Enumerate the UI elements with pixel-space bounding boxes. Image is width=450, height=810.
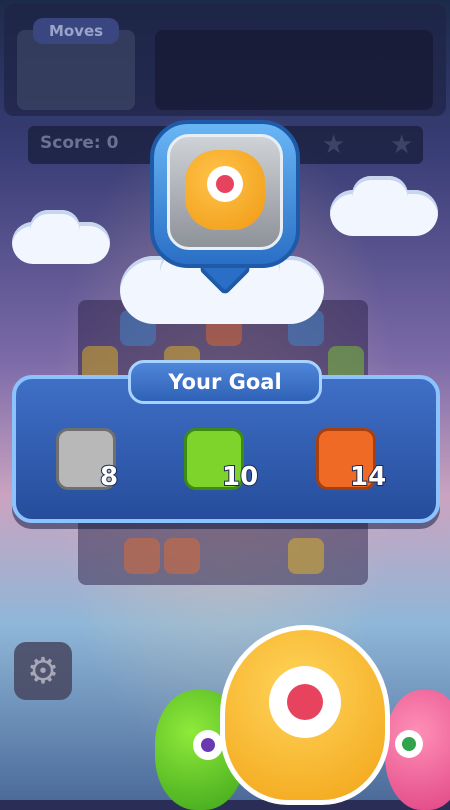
orange-monster-icon xyxy=(185,150,265,230)
cloud xyxy=(352,176,408,214)
goal-title: Your Goal xyxy=(128,360,322,404)
goal-count: 14 xyxy=(349,461,387,493)
monster-eye xyxy=(193,730,223,760)
monster-eye xyxy=(207,166,243,202)
star-icon: ★ xyxy=(390,130,414,160)
level-info-box xyxy=(155,30,433,110)
monster-iris xyxy=(402,737,416,751)
monster-iris xyxy=(216,175,234,193)
board-tile xyxy=(164,538,200,574)
board-tile xyxy=(288,538,324,574)
monster-eye xyxy=(395,730,423,758)
score-text: Score: 0 xyxy=(40,133,119,153)
monster-eye xyxy=(269,666,341,738)
monster-iris xyxy=(287,684,323,720)
board-tile xyxy=(124,538,160,574)
pink-monster-character xyxy=(385,690,450,810)
goal-count: 10 xyxy=(221,461,259,493)
gear-icon[interactable]: ⚙ xyxy=(14,642,72,700)
goal-count: 8 xyxy=(99,461,119,493)
star-icon: ★ xyxy=(322,130,346,160)
moves-label: Moves xyxy=(33,18,119,44)
monster-iris xyxy=(201,738,215,752)
yellow-monster-character xyxy=(220,625,390,805)
cloud xyxy=(30,210,80,246)
